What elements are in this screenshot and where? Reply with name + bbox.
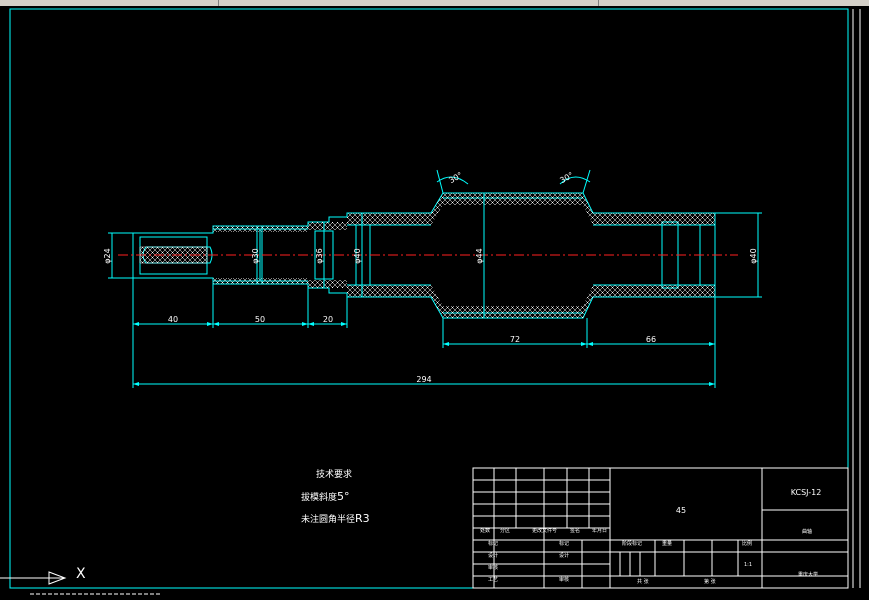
tb-col-date: 年月日	[592, 527, 607, 534]
notes-title: 技术要求	[316, 468, 352, 480]
tb-part-name: 曲轴	[802, 528, 812, 535]
dim-d44: φ44	[475, 248, 484, 263]
tb-row-review-2: 审核	[559, 576, 569, 583]
dim-d30: φ30	[251, 248, 260, 263]
tb-col-signature: 签名	[570, 527, 580, 534]
tb-weight: 重量	[662, 540, 672, 547]
cad-drawing-canvas[interactable]: φ24 φ30 φ36 φ40 φ44 φ40 40 50 20 72 66 2…	[0, 0, 869, 600]
dim-angle-right: 30°	[558, 170, 575, 185]
dim-len-40: 40	[168, 315, 178, 324]
notes-fillet-radius: 未注圆角半径R3	[301, 512, 370, 525]
tb-row-review: 审核	[488, 564, 498, 571]
dim-len-50: 50	[255, 315, 265, 324]
dim-len-294: 294	[416, 375, 431, 384]
tb-drawing-number: KCSJ-12	[791, 488, 822, 497]
tb-row-mark-2: 标记	[559, 540, 569, 547]
outer-frame	[9, 8, 849, 589]
tb-row-process: 工艺	[488, 577, 498, 583]
tb-stage-mark: 阶段标记	[622, 540, 642, 547]
tb-sheet-number: 第 张	[704, 578, 716, 585]
tb-material: 45	[676, 506, 686, 515]
dim-d24: φ24	[103, 248, 112, 263]
tb-company: 重庆大学	[798, 571, 818, 578]
dim-len-66: 66	[646, 335, 656, 344]
tb-row-design: 设计	[488, 552, 498, 559]
dim-angle-left: 30°	[447, 170, 464, 185]
tb-sheets-total: 共 张	[637, 578, 649, 585]
dim-d36: φ36	[315, 248, 324, 263]
title-block	[472, 467, 849, 589]
tb-row-mark: 标记	[488, 540, 498, 547]
tb-col-zone: 分区	[500, 527, 510, 534]
dim-len-72: 72	[510, 335, 520, 344]
ucs-x-label: X	[76, 566, 86, 582]
notes-draft-angle: 拔模斜度5°	[301, 490, 350, 503]
dim-d40: φ40	[353, 248, 362, 263]
tb-scale-label: 比例	[742, 540, 752, 547]
dim-d40-right: φ40	[749, 248, 758, 263]
tb-col-count: 处数	[480, 527, 490, 534]
tb-row-design-2: 设计	[559, 552, 569, 559]
dim-len-20: 20	[323, 315, 333, 324]
tb-scale-value: 1:1	[744, 562, 752, 568]
tb-col-change-doc: 更改文件号	[532, 527, 557, 534]
